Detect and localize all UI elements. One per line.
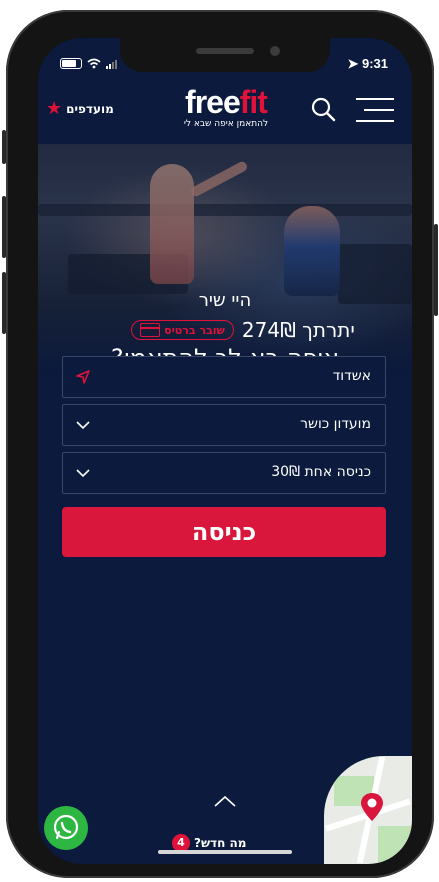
battery-icon	[60, 58, 82, 69]
phone-notch	[120, 38, 330, 72]
freefit-logo[interactable]: freefit להתאמן איפה שבא לי	[174, 86, 278, 129]
phone-volume-up	[2, 196, 6, 258]
city-field[interactable]: אשדוד	[62, 356, 386, 398]
map-pin-icon	[361, 793, 383, 821]
chevron-down-icon	[76, 469, 90, 478]
wifi-icon	[87, 58, 101, 69]
map-button[interactable]	[324, 756, 412, 864]
greeting-text: היי שיר	[198, 290, 252, 311]
camera	[270, 46, 280, 56]
home-indicator[interactable]	[158, 850, 292, 854]
whatsapp-icon	[53, 814, 79, 840]
status-icons	[60, 58, 118, 69]
logo-wordmark: freefit	[185, 84, 268, 120]
favorites-label: מועדפים	[66, 102, 114, 116]
chevron-down-icon	[76, 421, 90, 430]
status-time: ➤ 9:31	[347, 56, 388, 72]
favorites-button[interactable]: מועדפים ★	[46, 100, 114, 118]
entry-type-select[interactable]: כניסה אחת 30₪	[62, 452, 386, 494]
hamburger-menu-icon[interactable]	[356, 98, 394, 122]
enter-button[interactable]: כניסה	[62, 507, 386, 557]
phone-mute-switch	[2, 130, 6, 164]
entry-type-value: כניסה אחת 30₪	[271, 464, 371, 480]
city-value: אשדוד	[332, 368, 371, 384]
logo-tagline: להתאמן איפה שבא לי	[183, 119, 269, 129]
balance-text: יתרתך 274₪	[241, 318, 355, 342]
location-arrow-icon: ➤	[347, 56, 359, 71]
clock-time: 9:31	[361, 56, 388, 71]
star-icon: ★	[46, 98, 63, 119]
whats-new-label: מה חדש?	[194, 836, 247, 850]
phone-volume-down	[2, 272, 6, 334]
whatsapp-button[interactable]	[44, 806, 88, 850]
balance-row: יתרתך 274₪ שובר ברטיס	[88, 318, 398, 342]
signal-icon	[106, 59, 117, 69]
location-arrow-icon[interactable]	[75, 369, 91, 385]
chevron-up-icon[interactable]	[212, 794, 238, 808]
app-screen: ➤ 9:31 מועדפים ★ freefit להתאמן איפה שבא…	[38, 38, 412, 864]
club-type-value: מועדון כושר	[300, 416, 371, 432]
speaker	[196, 48, 254, 54]
card-voucher-label: שובר ברטיס	[164, 323, 225, 337]
phone-power-button	[434, 224, 438, 316]
app-header: מועדפים ★ freefit להתאמן איפה שבא לי	[38, 82, 412, 140]
search-icon[interactable]	[310, 96, 336, 122]
credit-card-icon	[140, 323, 161, 337]
club-type-select[interactable]: מועדון כושר	[62, 404, 386, 446]
card-voucher-button[interactable]: שובר ברטיס	[131, 320, 234, 340]
